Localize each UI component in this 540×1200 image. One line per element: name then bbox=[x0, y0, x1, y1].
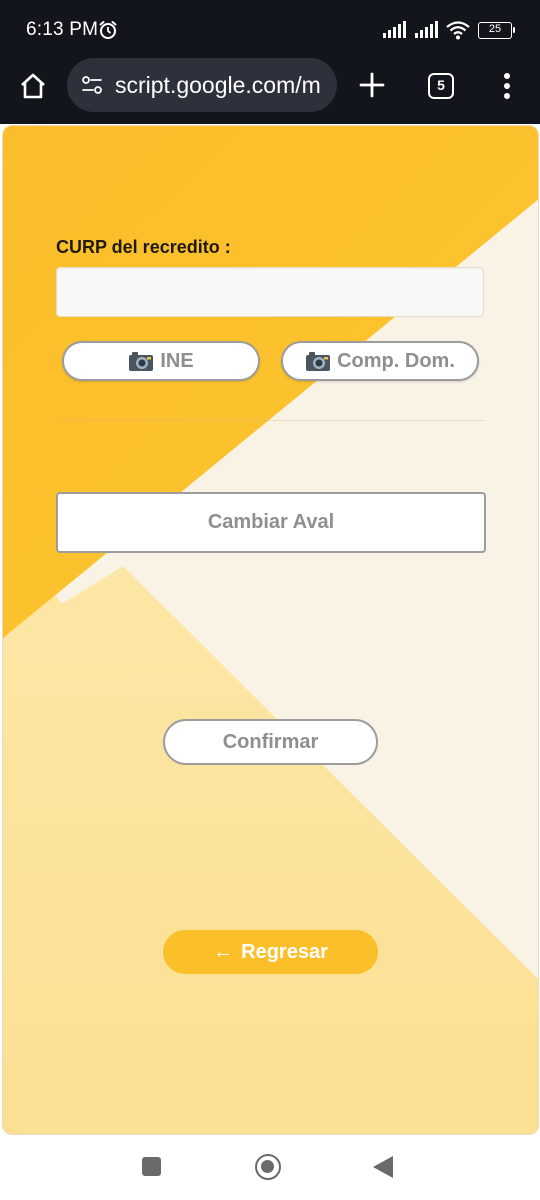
url-text[interactable]: script.google.com/m bbox=[115, 72, 321, 99]
back-arrow-icon: ← bbox=[213, 940, 234, 963]
wifi-icon bbox=[446, 21, 470, 40]
url-bar[interactable]: script.google.com/m bbox=[67, 58, 337, 112]
home-icon bbox=[21, 73, 45, 99]
curp-input[interactable] bbox=[56, 267, 484, 317]
comp-dom-button-label: Comp. Dom. bbox=[337, 349, 455, 372]
alarm-icon bbox=[99, 21, 117, 39]
tabs-icon[interactable]: 5 bbox=[428, 73, 454, 99]
system-nav-bar bbox=[0, 1135, 540, 1200]
regresar-button[interactable]: ← Regresar bbox=[163, 930, 378, 974]
cambiar-aval-button[interactable]: Cambiar Aval bbox=[56, 492, 486, 553]
ine-button[interactable]: INE bbox=[62, 341, 260, 381]
status-time: 6:13 PM bbox=[26, 19, 99, 40]
home-button[interactable] bbox=[16, 69, 50, 103]
signal-icon bbox=[383, 21, 406, 38]
back-triangle-icon[interactable] bbox=[373, 1156, 393, 1178]
comp-dom-button[interactable]: Comp. Dom. bbox=[281, 341, 479, 381]
recents-icon[interactable] bbox=[142, 1157, 161, 1176]
confirmar-button[interactable]: Confirmar bbox=[163, 719, 378, 765]
curp-label: CURP del recredito : bbox=[56, 237, 231, 257]
status-bar: 6:13 PM 25 bbox=[0, 0, 540, 58]
camera-icon bbox=[306, 352, 331, 371]
signal-icon bbox=[415, 21, 438, 38]
more-vert-icon[interactable] bbox=[495, 70, 519, 102]
web-content: CURP del recredito : INE Comp. Dom. Camb… bbox=[2, 125, 539, 1135]
regresar-button-label: Regresar bbox=[241, 940, 328, 963]
divider bbox=[56, 420, 486, 421]
ine-button-label: INE bbox=[160, 349, 194, 372]
battery-icon: 25 bbox=[478, 21, 515, 39]
site-settings-icon[interactable] bbox=[81, 74, 103, 96]
browser-toolbar: script.google.com/m 5 bbox=[0, 58, 540, 124]
plus-icon[interactable] bbox=[356, 69, 388, 101]
camera-icon bbox=[129, 352, 154, 371]
status-icons: 25 bbox=[382, 19, 515, 41]
home-circle-icon[interactable] bbox=[255, 1154, 281, 1180]
